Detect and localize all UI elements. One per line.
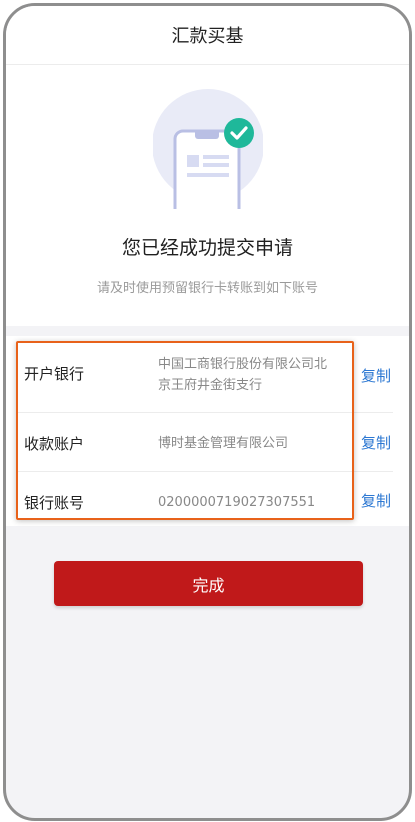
success-title: 您已经成功提交申请 (121, 237, 293, 259)
submitted-document-icon (153, 89, 263, 209)
bank-label: 开户银行 (24, 365, 85, 383)
page-title: 汇款买基 (171, 26, 244, 47)
bank-value: 中国工商银行股份有限公司北 京王府井金街支行 (158, 354, 348, 396)
copy-account-number-button[interactable]: 复制 (361, 490, 391, 511)
copy-bank-button[interactable]: 复制 (361, 365, 391, 386)
bank-value-line1: 中国工商银行股份有限公司北 (158, 357, 328, 372)
success-subtitle: 请及时使用预留银行卡转账到如下账号 (96, 281, 318, 296)
account-name-label: 收款账户 (24, 435, 85, 453)
phone-frame: 汇款买基 您已经成功提交申请 请及时使用预留银行卡转账到如下账号 开户银行 中国… (3, 3, 412, 821)
account-number-row: 银行账号 0200000719027307551 复制 (6, 472, 409, 526)
account-name-row: 收款账户 博时基金管理有限公司 复制 (6, 413, 409, 471)
nav-header: 汇款买基 (6, 6, 409, 65)
account-number-value: 0200000719027307551 (158, 495, 316, 510)
account-info-card: 开户银行 中国工商银行股份有限公司北 京王府井金街支行 复制 收款账户 博时基金… (6, 336, 409, 526)
done-button[interactable]: 完成 (54, 561, 363, 606)
copy-account-name-button[interactable]: 复制 (361, 432, 391, 453)
success-panel: 您已经成功提交申请 请及时使用预留银行卡转账到如下账号 (6, 65, 409, 326)
account-name-value: 博时基金管理有限公司 (158, 436, 289, 451)
bank-row: 开户银行 中国工商银行股份有限公司北 京王府井金街支行 复制 (6, 336, 409, 410)
bank-value-line2: 京王府井金街支行 (158, 378, 263, 393)
account-number-label: 银行账号 (24, 494, 85, 512)
